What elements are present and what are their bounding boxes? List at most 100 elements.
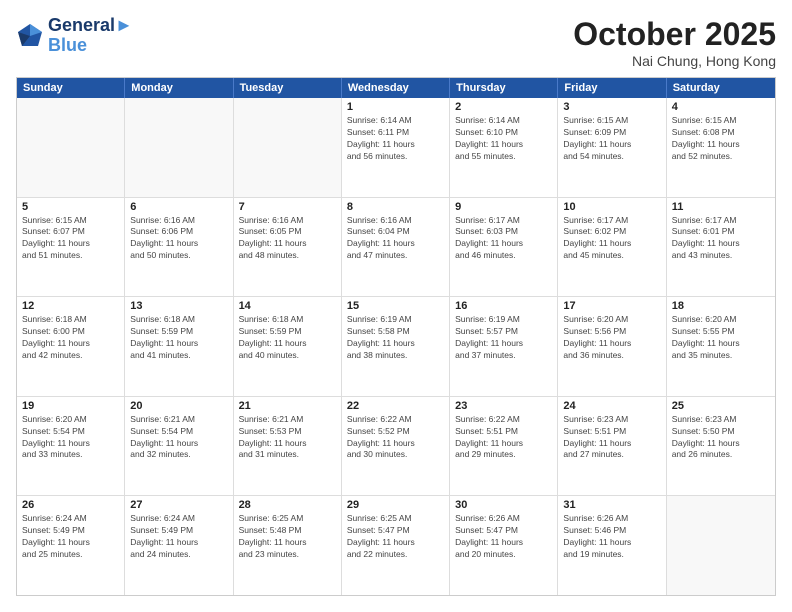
calendar-cell: 31 Sunrise: 6:26 AMSunset: 5:46 PMDayligh… [558,496,666,595]
cell-sun-info: Sunrise: 6:20 AMSunset: 5:56 PMDaylight:… [563,314,660,362]
calendar-cell: 11 Sunrise: 6:17 AMSunset: 6:01 PMDayligh… [667,198,775,297]
calendar-cell [125,98,233,197]
cell-date-number: 7 [239,201,336,213]
cell-sun-info: Sunrise: 6:26 AMSunset: 5:46 PMDaylight:… [563,513,660,561]
calendar-cell: 14Sunrise: 6:18 AMSunset: 5:59 PMDayligh… [234,297,342,396]
cell-sun-info: Sunrise: 6:21 AMSunset: 5:53 PMDaylight:… [239,414,336,462]
cell-date-number: 25 [672,400,770,412]
day-header-friday: Friday [558,78,666,98]
cell-sun-info: Sunrise: 6:16 AMSunset: 6:05 PMDaylight:… [239,215,336,263]
cell-sun-info: Sunrise: 6:16 AMSunset: 6:04 PMDaylight:… [347,215,444,263]
day-header-wednesday: Wednesday [342,78,450,98]
cell-date-number: 27 [130,499,227,511]
cell-date-number: 17 [563,300,660,312]
calendar-cell: 13Sunrise: 6:18 AMSunset: 5:59 PMDayligh… [125,297,233,396]
cell-date-number: 18 [672,300,770,312]
logo: General► Blue [16,16,133,56]
cell-date-number: 21 [239,400,336,412]
cell-date-number: 9 [455,201,552,213]
calendar-cell: 19 Sunrise: 6:20 AMSunset: 5:54 PMDayligh… [17,397,125,496]
calendar-cell: 3Sunrise: 6:15 AMSunset: 6:09 PMDaylight… [558,98,666,197]
cell-sun-info: Sunrise: 6:19 AMSunset: 5:58 PMDaylight:… [347,314,444,362]
logo-blue: ► [115,15,133,35]
calendar-body: 1Sunrise: 6:14 AMSunset: 6:11 PMDaylight… [17,98,775,595]
logo-line2: Blue [48,36,133,56]
calendar-cell [234,98,342,197]
calendar-cell: 24Sunrise: 6:23 AMSunset: 5:51 PMDayligh… [558,397,666,496]
cell-date-number: 19 [22,400,119,412]
header: General► Blue October 2025 Nai Chung, Ho… [16,16,776,69]
cell-date-number: 1 [347,101,444,113]
cell-sun-info: Sunrise: 6:26 AMSunset: 5:47 PMDaylight:… [455,513,552,561]
cell-sun-info: Sunrise: 6:14 AMSunset: 6:10 PMDaylight:… [455,115,552,163]
cell-date-number: 15 [347,300,444,312]
logo-icon [16,22,44,50]
cell-sun-info: Sunrise: 6:19 AMSunset: 5:57 PMDaylight:… [455,314,552,362]
cell-date-number: 22 [347,400,444,412]
calendar-week-2: 5 Sunrise: 6:15 AMSunset: 6:07 PMDaylight… [17,198,775,298]
calendar-cell [667,496,775,595]
cell-sun-info: Sunrise: 6:15 AMSunset: 6:07 PMDaylight:… [22,215,119,263]
cell-sun-info: Sunrise: 6:25 AMSunset: 5:47 PMDaylight:… [347,513,444,561]
logo-text: General► Blue [48,16,133,56]
calendar-cell: 29 Sunrise: 6:25 AMSunset: 5:47 PMDayligh… [342,496,450,595]
cell-sun-info: Sunrise: 6:18 AMSunset: 5:59 PMDaylight:… [130,314,227,362]
cell-date-number: 3 [563,101,660,113]
title-block: October 2025 Nai Chung, Hong Kong [573,16,776,69]
day-header-sunday: Sunday [17,78,125,98]
cell-date-number: 29 [347,499,444,511]
cell-date-number: 10 [563,201,660,213]
day-header-saturday: Saturday [667,78,775,98]
cell-date-number: 4 [672,101,770,113]
calendar-cell: 30 Sunrise: 6:26 AMSunset: 5:47 PMDayligh… [450,496,558,595]
cell-sun-info: Sunrise: 6:24 AMSunset: 5:49 PMDaylight:… [130,513,227,561]
cell-sun-info: Sunrise: 6:24 AMSunset: 5:49 PMDaylight:… [22,513,119,561]
cell-sun-info: Sunrise: 6:17 AMSunset: 6:02 PMDaylight:… [563,215,660,263]
calendar-week-3: 12 Sunrise: 6:18 AMSunset: 6:00 PMDayligh… [17,297,775,397]
cell-date-number: 5 [22,201,119,213]
cell-sun-info: Sunrise: 6:17 AMSunset: 6:01 PMDaylight:… [672,215,770,263]
cell-sun-info: Sunrise: 6:16 AMSunset: 6:06 PMDaylight:… [130,215,227,263]
cell-sun-info: Sunrise: 6:15 AMSunset: 6:08 PMDaylight:… [672,115,770,163]
calendar-header: SundayMondayTuesdayWednesdayThursdayFrid… [17,78,775,98]
day-header-tuesday: Tuesday [234,78,342,98]
cell-date-number: 20 [130,400,227,412]
cell-date-number: 30 [455,499,552,511]
cell-date-number: 12 [22,300,119,312]
calendar-cell: 9 Sunrise: 6:17 AMSunset: 6:03 PMDaylight… [450,198,558,297]
cell-sun-info: Sunrise: 6:17 AMSunset: 6:03 PMDaylight:… [455,215,552,263]
calendar-cell: 6 Sunrise: 6:16 AMSunset: 6:06 PMDaylight… [125,198,233,297]
cell-date-number: 11 [672,201,770,213]
cell-date-number: 24 [563,400,660,412]
calendar-cell: 20 Sunrise: 6:21 AMSunset: 5:54 PMDayligh… [125,397,233,496]
cell-sun-info: Sunrise: 6:18 AMSunset: 6:00 PMDaylight:… [22,314,119,362]
cell-date-number: 23 [455,400,552,412]
calendar-cell: 10 Sunrise: 6:17 AMSunset: 6:02 PMDayligh… [558,198,666,297]
calendar-week-1: 1Sunrise: 6:14 AMSunset: 6:11 PMDaylight… [17,98,775,198]
cell-sun-info: Sunrise: 6:21 AMSunset: 5:54 PMDaylight:… [130,414,227,462]
calendar-cell: 17 Sunrise: 6:20 AMSunset: 5:56 PMDayligh… [558,297,666,396]
calendar-cell: 7 Sunrise: 6:16 AMSunset: 6:05 PMDaylight… [234,198,342,297]
cell-date-number: 2 [455,101,552,113]
calendar-cell: 2 Sunrise: 6:14 AMSunset: 6:10 PMDaylight… [450,98,558,197]
cell-sun-info: Sunrise: 6:20 AMSunset: 5:55 PMDaylight:… [672,314,770,362]
calendar-cell: 12 Sunrise: 6:18 AMSunset: 6:00 PMDayligh… [17,297,125,396]
calendar-week-4: 19 Sunrise: 6:20 AMSunset: 5:54 PMDayligh… [17,397,775,497]
cell-date-number: 28 [239,499,336,511]
calendar: SundayMondayTuesdayWednesdayThursdayFrid… [16,77,776,596]
calendar-cell: 18 Sunrise: 6:20 AMSunset: 5:55 PMDayligh… [667,297,775,396]
cell-sun-info: Sunrise: 6:23 AMSunset: 5:50 PMDaylight:… [672,414,770,462]
location-subtitle: Nai Chung, Hong Kong [573,53,776,69]
cell-sun-info: Sunrise: 6:20 AMSunset: 5:54 PMDaylight:… [22,414,119,462]
month-title: October 2025 [573,16,776,53]
cell-sun-info: Sunrise: 6:22 AMSunset: 5:51 PMDaylight:… [455,414,552,462]
calendar-cell: 25 Sunrise: 6:23 AMSunset: 5:50 PMDayligh… [667,397,775,496]
cell-date-number: 6 [130,201,227,213]
logo-line1: General► [48,16,133,36]
cell-date-number: 31 [563,499,660,511]
calendar-cell: 4 Sunrise: 6:15 AMSunset: 6:08 PMDaylight… [667,98,775,197]
calendar-cell [17,98,125,197]
calendar-cell: 28Sunrise: 6:25 AMSunset: 5:48 PMDayligh… [234,496,342,595]
calendar-cell: 5 Sunrise: 6:15 AMSunset: 6:07 PMDaylight… [17,198,125,297]
calendar-cell: 15 Sunrise: 6:19 AMSunset: 5:58 PMDayligh… [342,297,450,396]
